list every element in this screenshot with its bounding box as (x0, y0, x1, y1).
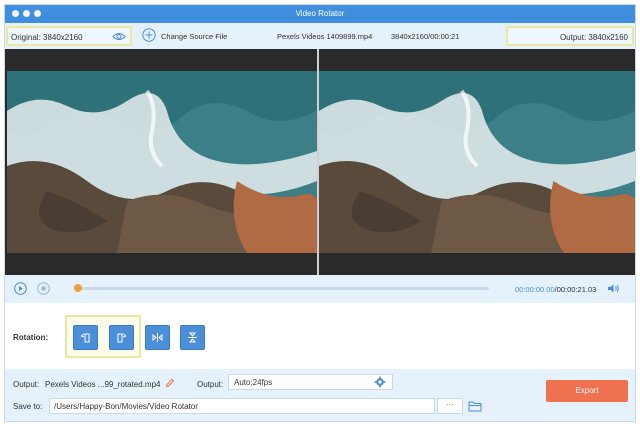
window-title: Video Rotator (295, 9, 345, 18)
save-path-value: /Users/Happy-Bon/Movies/Video Rotator (54, 402, 198, 411)
rotate-right-button[interactable] (109, 325, 134, 350)
video-preview-area (5, 49, 635, 275)
output-resolution-box: Output: 3840x2160 (506, 26, 634, 46)
playback-bar: 00:00:00.00/00:00:21.03 (5, 275, 635, 303)
export-button[interactable]: Export (546, 380, 628, 402)
save-path-field[interactable]: /Users/Happy-Bon/Movies/Video Rotator (49, 398, 435, 414)
current-time: 00:00:00.00 (515, 285, 555, 294)
output-file-name: Pexels Videos ...99_rotated.mp4 (45, 380, 161, 389)
original-resolution-label: Original: 3840x2160 (11, 33, 83, 42)
rotation-label: Rotation: (13, 333, 49, 342)
source-file-name: Pexels Videos 1409899.mp4 (277, 32, 373, 41)
output-settings-bar: Output: Pexels Videos ...99_rotated.mp4 … (5, 369, 635, 421)
coastline-image-output (319, 71, 635, 253)
title-bar: Video Rotator (5, 5, 635, 23)
rotate-right-icon (117, 333, 127, 343)
change-source-file-button[interactable]: Change Source File (161, 32, 227, 41)
output-format-value: Auto;24fps (234, 378, 273, 387)
play-icon[interactable] (14, 282, 27, 295)
volume-icon[interactable] (607, 283, 620, 294)
original-video-preview (7, 71, 317, 253)
save-to-label: Save to: (13, 402, 43, 411)
original-resolution-box: Original: 3840x2160 (6, 26, 132, 46)
total-time: /00:00:21.03 (554, 285, 597, 294)
output-video-preview (319, 71, 635, 253)
eye-icon[interactable] (112, 32, 126, 41)
rotate-left-button[interactable] (73, 325, 98, 350)
add-file-icon[interactable] (142, 28, 156, 42)
output-resolution-label: Output: 3840x2160 (559, 33, 628, 42)
edit-icon[interactable] (165, 378, 175, 388)
flip-horizontal-button[interactable] (145, 325, 170, 350)
browse-button[interactable]: ··· (437, 398, 463, 414)
coastline-image (7, 71, 317, 253)
flip-vertical-button[interactable] (180, 325, 205, 350)
flip-vertical-icon (188, 332, 197, 343)
source-file-meta: 3840x2160/00:00:21 (391, 32, 460, 41)
output-format-select[interactable]: Auto;24fps (228, 374, 393, 390)
rotate-left-icon (80, 333, 90, 343)
folder-icon[interactable] (468, 400, 482, 412)
gear-icon[interactable] (374, 376, 386, 388)
stop-icon[interactable] (37, 282, 50, 295)
progress-handle[interactable] (74, 284, 82, 292)
output-name-label: Output: (13, 380, 40, 389)
time-display: 00:00:00.00/00:00:21.03 (515, 285, 596, 294)
info-bar: Original: 3840x2160 Change Source File P… (5, 23, 635, 49)
rotation-panel: Rotation: (5, 303, 635, 369)
flip-horizontal-icon (152, 333, 163, 342)
app-window: Video Rotator Original: 3840x2160 Change… (4, 4, 636, 422)
output-format-label: Output: (197, 380, 224, 389)
progress-track[interactable] (77, 287, 489, 290)
